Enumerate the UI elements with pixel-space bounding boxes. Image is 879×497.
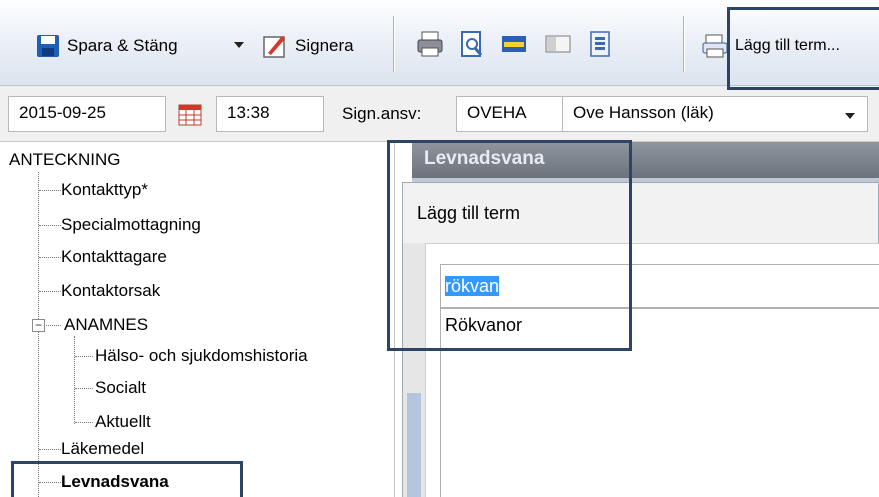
tree-line xyxy=(75,388,93,389)
sign-responsible-label: Sign.ansv: xyxy=(342,104,422,123)
tree-line xyxy=(39,225,61,226)
dialog-scrollbar[interactable] xyxy=(403,243,425,497)
sign-button[interactable]: Signera xyxy=(262,28,354,64)
tree-line xyxy=(74,336,75,424)
calendar-icon[interactable] xyxy=(178,104,202,126)
add-term-icon xyxy=(702,34,728,58)
save-close-label: Spara & Stäng xyxy=(67,36,178,55)
print-preview-icon[interactable] xyxy=(458,30,486,58)
dialog-title: Lägg till term xyxy=(417,203,521,223)
sign-name-value: Ove Hansson (läk) xyxy=(573,103,714,122)
toolbar-divider xyxy=(393,16,394,72)
sign-pen-icon xyxy=(263,36,285,58)
date-field[interactable]: 2015-09-25 xyxy=(8,96,166,132)
note-tree: ANTECKNING Kontakttyp* Specialmottagning… xyxy=(0,142,395,497)
note-header-row: 2015-09-25 13:38 Sign.ansv: OVEHA Ove Ha… xyxy=(0,86,879,142)
tree-item-levnadsvana[interactable]: Levnadsvana xyxy=(61,472,169,492)
sign-code-field[interactable]: OVEHA xyxy=(456,96,564,132)
term-search-input[interactable]: rökvan xyxy=(440,264,879,308)
collapse-icon[interactable]: − xyxy=(32,319,45,332)
time-field[interactable]: 13:38 xyxy=(216,96,324,132)
sign-label: Signera xyxy=(295,36,354,55)
tree-item-anamnes[interactable]: ANAMNES xyxy=(64,315,148,335)
toolbar: Spara & Stäng Signera Lägg till term... xyxy=(0,0,879,86)
sign-name-select[interactable]: Ove Hansson (läk) xyxy=(562,96,868,132)
tree-line xyxy=(39,190,61,191)
tree-item-socialt[interactable]: Socialt xyxy=(95,378,146,398)
tree-item-kontakttagare[interactable]: Kontakttagare xyxy=(61,247,167,267)
tree-line xyxy=(75,356,93,357)
tree-line xyxy=(46,325,61,326)
term-search-value: rökvan xyxy=(445,276,500,296)
scrollbar-thumb[interactable] xyxy=(407,393,421,497)
print-icon[interactable] xyxy=(416,30,444,58)
add-term-label: Lägg till term... xyxy=(735,37,840,54)
chevron-down-icon[interactable] xyxy=(843,109,857,121)
tree-item-specialmottagning[interactable]: Specialmottagning xyxy=(61,215,201,235)
tree-line xyxy=(39,291,61,292)
tree-line xyxy=(75,422,93,423)
tree-item-kontaktorsak[interactable]: Kontaktorsak xyxy=(61,281,160,301)
term-result-list[interactable]: Rökvanor xyxy=(440,308,879,497)
tree-item-aktuellt[interactable]: Aktuellt xyxy=(95,412,151,432)
tree-line xyxy=(39,257,61,258)
dialog-body: rökvan Rökvanor xyxy=(425,243,879,497)
add-term-button[interactable]: Lägg till term... xyxy=(702,28,840,64)
toolbar-divider xyxy=(683,16,684,72)
save-icon xyxy=(37,35,59,57)
tree-item-kontakttyp[interactable]: Kontakttyp* xyxy=(61,180,148,200)
panel-title: Levnadsvana xyxy=(412,142,879,178)
add-term-dialog: Lägg till term rökvan Rökvanor xyxy=(402,182,879,497)
tree-item-lakemedel[interactable]: Läkemedel xyxy=(61,439,144,459)
chevron-down-icon[interactable] xyxy=(232,38,246,52)
layout-columns-icon[interactable] xyxy=(544,30,572,58)
list-item[interactable]: Rökvanor xyxy=(445,315,522,336)
tree-line xyxy=(39,449,61,450)
save-close-button[interactable]: Spara & Stäng xyxy=(36,28,178,64)
tree-root-label[interactable]: ANTECKNING xyxy=(9,150,120,170)
tree-item-halso-sjukdomshistoria[interactable]: Hälso- och sjukdomshistoria xyxy=(95,346,308,366)
tree-line xyxy=(39,482,61,483)
highlight-icon[interactable] xyxy=(500,30,528,58)
list-view-icon[interactable] xyxy=(586,30,614,58)
